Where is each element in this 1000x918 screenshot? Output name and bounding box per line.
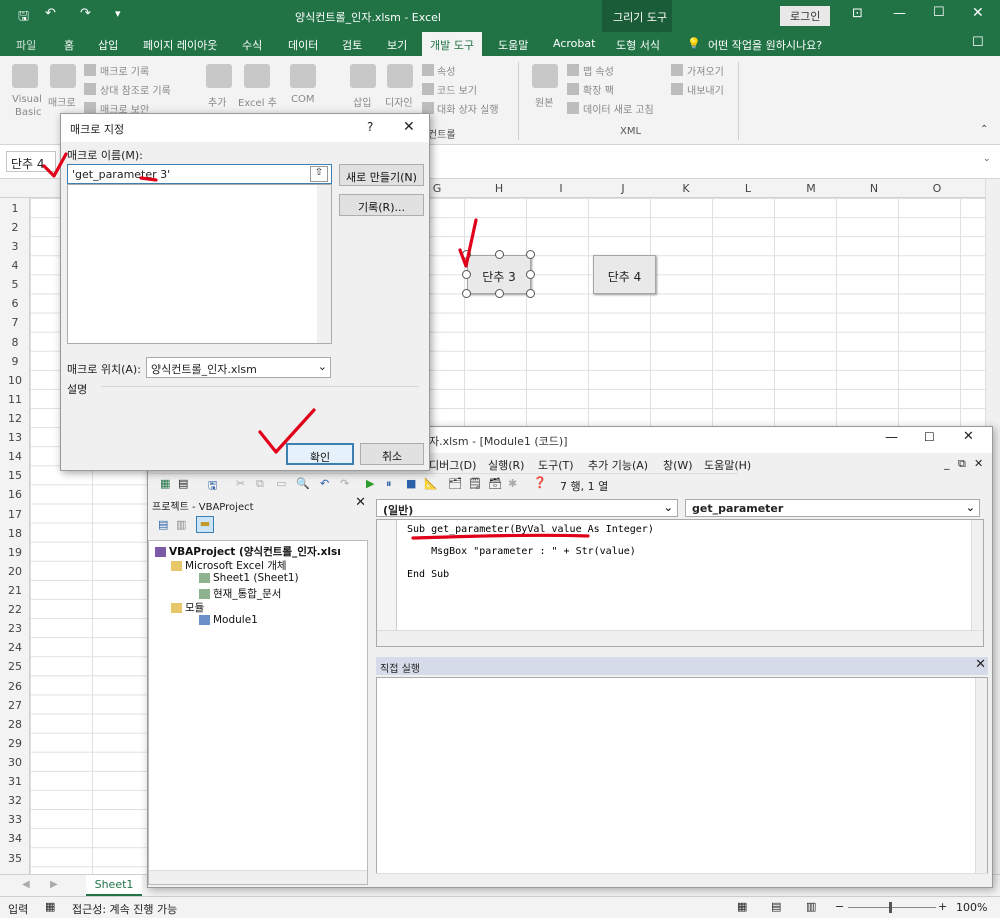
checkmark-annotation-button3: [458, 218, 478, 268]
checkmark-annotation-namebox: [42, 152, 68, 178]
checkmark-annotation-ok: [258, 408, 316, 454]
underline-annotation-sub: [411, 533, 590, 540]
underline-annotation-macro-number: [139, 176, 158, 182]
annotation-overlay: [42, 152, 590, 540]
